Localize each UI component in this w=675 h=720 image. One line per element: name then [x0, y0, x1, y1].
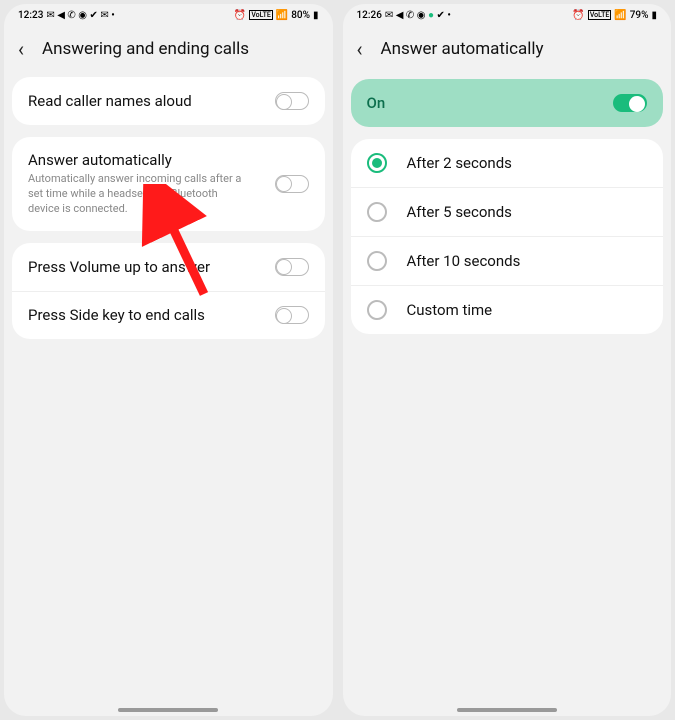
side-key-label: Press Side key to end calls [28, 306, 275, 324]
phone-left: 12:23 ✉ ◀ ✆ ◉ ✔ ✉ • ⏰ VoLTE 📶 80% ▮ ‹ An… [4, 4, 333, 716]
option-custom-label: Custom time [407, 301, 493, 319]
option-10s-label: After 10 seconds [407, 252, 521, 270]
status-left-icons: ✉ ◀ ✆ ◉ ✔ ✉ • [46, 10, 114, 21]
status-bar: 12:26 ✉ ◀ ✆ ◉ ● ✔ • ⏰ VoLTE 📶 79% ▮ [343, 4, 672, 26]
option-5s-label: After 5 seconds [407, 203, 512, 221]
back-icon[interactable]: ‹ [18, 39, 24, 59]
battery-text: 80% [291, 10, 310, 21]
row-answer-auto[interactable]: Answer automatically Automatically answe… [12, 137, 325, 231]
radio-10s[interactable] [367, 251, 387, 271]
row-side-key[interactable]: Press Side key to end calls [12, 291, 325, 339]
battery-text: 79% [630, 10, 649, 21]
answer-auto-label: Answer automatically [28, 151, 275, 169]
radio-5s[interactable] [367, 202, 387, 222]
status-time: 12:23 [18, 10, 43, 21]
status-left-icons: ✉ ◀ ✆ ◉ ● ✔ • [385, 10, 451, 21]
page-title: Answering and ending calls [42, 39, 249, 59]
master-label: On [367, 94, 614, 112]
card-master-toggle: On [351, 79, 664, 127]
status-bar: 12:23 ✉ ◀ ✆ ◉ ✔ ✉ • ⏰ VoLTE 📶 80% ▮ [4, 4, 333, 26]
answer-auto-sub: Automatically answer incoming calls afte… [28, 172, 248, 217]
card-keys: Press Volume up to answer Press Side key… [12, 243, 325, 339]
row-read-aloud[interactable]: Read caller names aloud [12, 77, 325, 125]
row-master-toggle[interactable]: On [351, 79, 664, 127]
row-volume-up[interactable]: Press Volume up to answer [12, 243, 325, 291]
signal-icon: 📶 [614, 10, 626, 21]
card-read-aloud: Read caller names aloud [12, 77, 325, 125]
toggle-read-aloud[interactable] [275, 92, 309, 110]
radio-custom[interactable] [367, 300, 387, 320]
row-option-2s[interactable]: After 2 seconds [351, 139, 664, 187]
volte-icon: VoLTE [588, 10, 611, 20]
card-options: After 2 seconds After 5 seconds After 10… [351, 139, 664, 334]
signal-icon: 📶 [276, 10, 288, 21]
home-indicator[interactable] [118, 708, 218, 712]
option-2s-label: After 2 seconds [407, 154, 512, 172]
home-indicator[interactable] [457, 708, 557, 712]
card-answer-auto: Answer automatically Automatically answe… [12, 137, 325, 231]
phone-right: 12:26 ✉ ◀ ✆ ◉ ● ✔ • ⏰ VoLTE 📶 79% ▮ ‹ An… [343, 4, 672, 716]
app-header: ‹ Answer automatically [343, 26, 672, 77]
read-aloud-label: Read caller names aloud [28, 92, 275, 110]
app-header: ‹ Answering and ending calls [4, 26, 333, 77]
volte-icon: VoLTE [249, 10, 272, 20]
volume-up-label: Press Volume up to answer [28, 258, 275, 276]
toggle-volume-up[interactable] [275, 258, 309, 276]
toggle-side-key[interactable] [275, 306, 309, 324]
row-option-custom[interactable]: Custom time [351, 285, 664, 334]
back-icon[interactable]: ‹ [357, 39, 363, 59]
radio-2s[interactable] [367, 153, 387, 173]
page-title: Answer automatically [381, 39, 544, 59]
status-time: 12:26 [357, 10, 382, 21]
toggle-answer-auto[interactable] [275, 175, 309, 193]
alarm-icon: ⏰ [234, 10, 246, 21]
row-option-10s[interactable]: After 10 seconds [351, 236, 664, 285]
alarm-icon: ⏰ [572, 10, 584, 21]
row-option-5s[interactable]: After 5 seconds [351, 187, 664, 236]
battery-icon: ▮ [651, 10, 657, 21]
battery-icon: ▮ [313, 10, 319, 21]
toggle-master[interactable] [613, 94, 647, 112]
